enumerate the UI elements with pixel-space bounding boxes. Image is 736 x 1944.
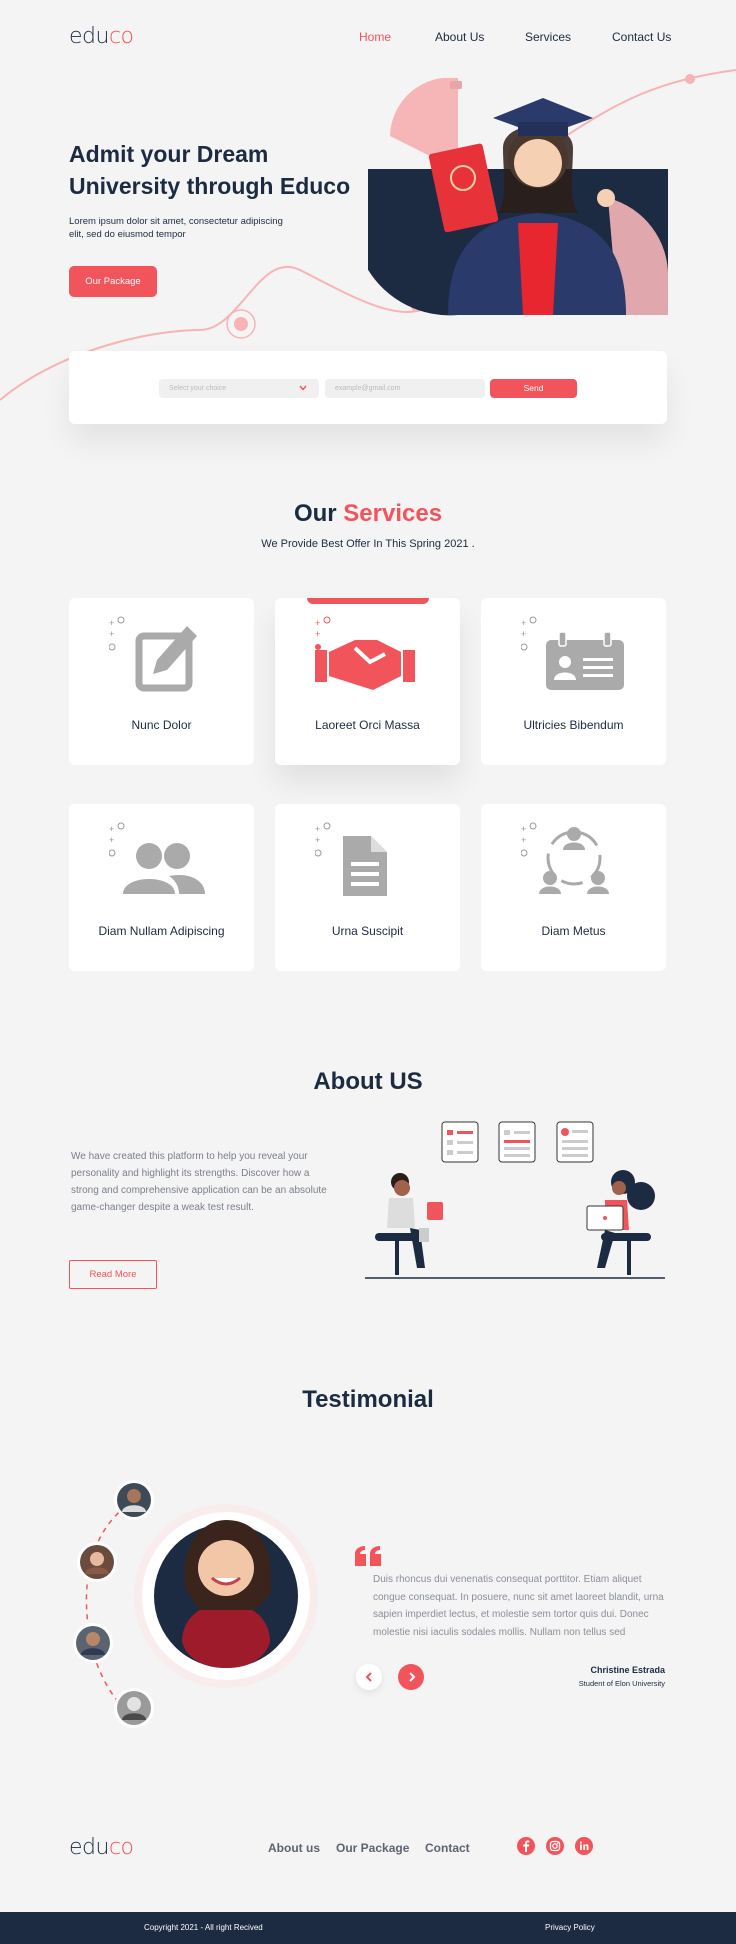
chevron-right-icon	[409, 1672, 416, 1682]
services-title: Our Services	[0, 500, 736, 528]
student-man-figure	[375, 1173, 443, 1275]
footer-link-about[interactable]: About us	[268, 1841, 320, 1855]
svg-text:+: +	[521, 618, 526, 628]
copyright-text: Copyright 2021 - All right Recived	[144, 1923, 263, 1932]
nav-home[interactable]: Home	[359, 30, 391, 44]
checklist-icon	[441, 1121, 479, 1163]
service-label: Ultricies Bibendum	[523, 718, 624, 732]
send-button[interactable]: Send	[490, 379, 577, 398]
testimonial-avatars	[73, 1480, 318, 1728]
document-icon: ++	[315, 822, 387, 896]
svg-text:+: +	[521, 824, 526, 834]
logo-end: co	[108, 24, 134, 49]
student-woman-figure	[586, 1170, 655, 1275]
service-card[interactable]: + + Nunc Dolor	[69, 598, 254, 765]
hero-graduate-image	[368, 78, 668, 316]
hero-text: Lorem ipsum dolor sit amet, consectetur …	[69, 216, 283, 240]
privacy-policy-link[interactable]: Privacy Policy	[545, 1923, 595, 1932]
avatar[interactable]	[114, 1480, 154, 1520]
svg-text:+: +	[315, 824, 320, 834]
chevron-left-icon	[365, 1672, 372, 1682]
instagram-icon[interactable]	[546, 1837, 564, 1855]
svg-text:+: +	[109, 835, 114, 845]
avatar[interactable]	[114, 1688, 154, 1728]
avatar[interactable]	[73, 1623, 113, 1663]
prev-button[interactable]	[356, 1664, 382, 1690]
id-card-icon: ++	[521, 616, 624, 690]
next-button[interactable]	[398, 1664, 424, 1690]
testimonial-title: Testimonial	[302, 1386, 434, 1413]
choice-select-placeholder: Select your choice	[169, 385, 227, 392]
network-icon: ++	[521, 822, 609, 894]
svg-text:+: +	[521, 835, 526, 845]
service-card[interactable]: + + Diam Metus	[481, 804, 666, 971]
report-icon	[556, 1121, 594, 1163]
service-card[interactable]: + + Ultricies Bibendum	[481, 598, 666, 765]
service-label: Urna Suscipit	[331, 924, 404, 938]
testimonial-quote: Duis rhoncus dui venenatis consequat por…	[373, 1574, 664, 1638]
inquiry-form: Select your choice example@gmail.com Sen…	[69, 351, 667, 424]
svg-text:+: +	[315, 618, 320, 628]
footer-link-package[interactable]: Our Package	[336, 1841, 409, 1855]
svg-text:+: +	[109, 824, 114, 834]
quote-icon	[355, 1546, 381, 1566]
services-title-accent: Services	[343, 500, 443, 527]
email-input[interactable]: example@gmail.com	[325, 379, 485, 398]
nav-services[interactable]: Services	[525, 30, 571, 44]
svg-text:+: +	[315, 835, 320, 845]
service-label: Nunc Dolor	[131, 718, 192, 732]
edit-icon: ++	[109, 616, 197, 692]
footer-logo[interactable]: educo	[69, 1835, 134, 1860]
services-subtitle: We Provide Best Offer In This Spring 202…	[261, 538, 475, 550]
service-card[interactable]: + + Diam Nullam Adipiscing	[69, 804, 254, 971]
choice-select[interactable]: Select your choice	[159, 379, 319, 398]
featured-student-photo	[182, 1520, 271, 1668]
linkedin-icon[interactable]	[575, 1837, 593, 1855]
service-label: Diam Nullam Adipiscing	[98, 924, 225, 938]
facebook-icon[interactable]	[517, 1837, 535, 1855]
about-title: About US	[313, 1068, 423, 1095]
active-indicator	[307, 598, 429, 604]
logo-start: edu	[69, 1835, 109, 1860]
author-role: Student of Elon University	[578, 1679, 665, 1688]
logo-start: edu	[69, 24, 109, 49]
our-package-button[interactable]: Our Package	[69, 266, 157, 297]
service-label: Diam Metus	[541, 924, 606, 938]
service-card[interactable]: + + Urna Suscipit	[275, 804, 460, 971]
handshake-icon: ++	[315, 616, 415, 690]
nav-about-us[interactable]: About Us	[435, 30, 484, 44]
avatar[interactable]	[77, 1542, 117, 1582]
users-icon: ++	[109, 822, 205, 894]
footer-link-contact[interactable]: Contact	[425, 1841, 470, 1855]
svg-text:+: +	[109, 618, 114, 628]
hero-title: Admit your Dream University through Educ…	[69, 141, 351, 199]
services-title-start: Our	[293, 500, 337, 527]
nav-contact-us[interactable]: Contact Us	[612, 30, 671, 44]
logo-end: co	[108, 1835, 134, 1860]
svg-text:+: +	[109, 629, 114, 639]
svg-text:+: +	[315, 629, 320, 639]
author-name: Christine Estrada	[590, 1665, 665, 1675]
service-label: Laoreet Orci Massa	[315, 718, 420, 732]
logo[interactable]: educo	[69, 24, 134, 49]
service-card-active[interactable]: + + Laoreet Orci Massa	[275, 598, 460, 765]
chevron-down-icon	[299, 385, 307, 391]
read-more-button[interactable]: Read More	[69, 1260, 157, 1289]
document-list-icon	[498, 1121, 536, 1163]
svg-text:+: +	[521, 629, 526, 639]
bottom-bar: Copyright 2021 - All right Recived Priva…	[0, 1912, 736, 1944]
about-illustration	[365, 1121, 665, 1279]
about-text: We have created this platform to help yo…	[71, 1151, 327, 1213]
